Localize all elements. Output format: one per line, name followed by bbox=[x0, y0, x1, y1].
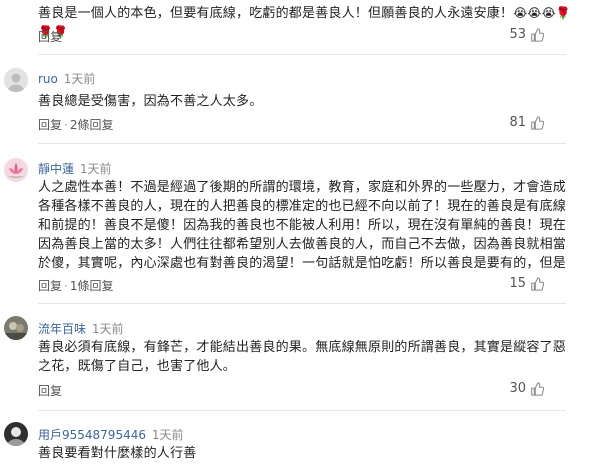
comment-actions: 回复 · 1條回复 bbox=[38, 279, 114, 293]
comment-text-body: 善良是一個人的本色，但要有底線，吃虧的都是善良人！但願善良的人永遠安康！ bbox=[38, 6, 514, 21]
comment-author[interactable]: ruo 1天前 bbox=[38, 70, 95, 87]
photo-avatar-icon bbox=[4, 316, 28, 340]
like-count: 15 bbox=[509, 276, 526, 291]
photo-avatar-icon bbox=[4, 422, 28, 446]
username[interactable]: ruo bbox=[38, 72, 58, 86]
timestamp: 1天前 bbox=[151, 428, 184, 442]
avatar[interactable] bbox=[4, 68, 28, 92]
comment-actions: 回复 · 2條回复 bbox=[38, 118, 114, 132]
avatar[interactable] bbox=[4, 158, 28, 182]
comment-text: 善良要看對什麼樣的人行善 bbox=[38, 446, 197, 461]
comment-text: 善良是一個人的本色，但要有底線，吃虧的都是善良人！但願善良的人永遠安康！😭😭😭🌹… bbox=[38, 4, 574, 42]
comment-text: 善良必須有底線，有鋒芒，才能結出善良的果。無底線無原則的所謂善良，其實是縱容了惡… bbox=[38, 340, 567, 374]
view-replies-link[interactable]: 1條回复 bbox=[70, 279, 114, 293]
thumbs-up-icon[interactable] bbox=[530, 381, 544, 396]
comment-actions: 回复 bbox=[38, 382, 62, 399]
comment-text: 人之處性本善！不過是經過了後期的所謂的環境，教育，家庭和外界的一些壓力，才會造成… bbox=[38, 180, 567, 271]
reply-button[interactable]: 回复 bbox=[38, 118, 62, 132]
divider bbox=[38, 410, 566, 411]
comment-actions: 回复 bbox=[38, 28, 62, 45]
avatar[interactable] bbox=[4, 316, 28, 340]
default-avatar-icon bbox=[4, 68, 28, 92]
view-replies-link[interactable]: 2條回复 bbox=[70, 118, 114, 132]
comment-author[interactable]: 靜中蓮 1天前 bbox=[38, 160, 111, 177]
divider bbox=[38, 303, 566, 304]
username[interactable]: 靜中蓮 bbox=[38, 162, 74, 176]
reply-button[interactable]: 回复 bbox=[38, 279, 62, 293]
timestamp: 1天前 bbox=[91, 322, 124, 336]
like-control[interactable]: 30 bbox=[509, 381, 544, 396]
like-control[interactable]: 15 bbox=[509, 276, 544, 291]
reply-button[interactable]: 回复 bbox=[38, 384, 62, 398]
like-count: 81 bbox=[509, 115, 526, 130]
timestamp: 1天前 bbox=[79, 162, 112, 176]
like-count: 53 bbox=[509, 27, 526, 42]
thumbs-up-icon[interactable] bbox=[530, 115, 544, 130]
lotus-avatar-icon bbox=[4, 158, 28, 182]
comment-author[interactable]: 用戶95548795446 1天前 bbox=[38, 426, 183, 443]
thumbs-up-icon[interactable] bbox=[530, 27, 544, 42]
timestamp: 1天前 bbox=[63, 72, 96, 86]
comment-text: 善良總是受傷害，因為不善之人太多。 bbox=[38, 94, 263, 109]
reply-button[interactable]: 回复 bbox=[38, 30, 62, 44]
like-control[interactable]: 53 bbox=[509, 27, 544, 42]
username[interactable]: 流年百味 bbox=[38, 322, 86, 336]
username[interactable]: 用戶95548795446 bbox=[38, 428, 146, 442]
thumbs-up-icon[interactable] bbox=[530, 276, 544, 291]
like-control[interactable]: 81 bbox=[509, 115, 544, 130]
avatar[interactable] bbox=[4, 422, 28, 446]
comment-author[interactable]: 流年百味 1天前 bbox=[38, 320, 123, 337]
like-count: 30 bbox=[509, 381, 526, 396]
divider bbox=[38, 143, 566, 144]
divider bbox=[38, 54, 566, 55]
